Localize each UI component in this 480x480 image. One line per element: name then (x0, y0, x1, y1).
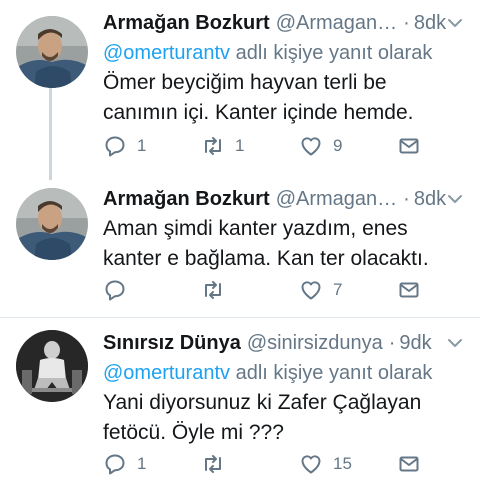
tweet[interactable]: Armağan Bozkurt @Armagan… · 8dk @omertur… (0, 0, 480, 180)
reply-icon (105, 280, 125, 301)
timestamp[interactable]: 8dk (414, 12, 446, 35)
separator-dot: · (403, 187, 410, 210)
avatar[interactable] (16, 330, 88, 402)
retweet-icon (205, 455, 221, 473)
reply-context: @omerturantv adlı kişiye yanıt olarak (103, 358, 466, 388)
avatar[interactable] (16, 188, 88, 260)
timestamp[interactable]: 9dk (399, 332, 431, 355)
tweet[interactable]: Sınırsız Dünya @sinirsizdunya · 9dk @ome… (0, 318, 480, 480)
envelope-icon (399, 138, 419, 154)
tweet[interactable]: Armağan Bozkurt @Armagan… · 8dk Aman şim… (0, 180, 480, 315)
retweet-button[interactable] (201, 449, 235, 479)
heart-icon (301, 455, 321, 474)
tweet-actions: 7 (103, 275, 423, 305)
like-count: 7 (333, 280, 343, 299)
author-handle[interactable]: @sinirsizdunya (247, 332, 383, 355)
author-handle[interactable]: @Armagan… (276, 12, 397, 35)
separator-dot: · (388, 331, 396, 354)
heart-icon (301, 281, 321, 300)
retweet-count: 1 (235, 136, 245, 155)
like-button[interactable]: 15 (299, 449, 352, 479)
reply-count: 1 (137, 136, 147, 155)
like-button[interactable]: 9 (299, 131, 342, 161)
retweet-button[interactable] (201, 275, 235, 305)
author-name[interactable]: Armağan Bozkurt (103, 188, 270, 211)
retweet-button[interactable]: 1 (201, 131, 244, 161)
dm-share-button[interactable] (397, 131, 421, 161)
tweet-actions: 1 1 9 (103, 131, 423, 161)
tweet-text: Aman şimdi kanter yazdım, enes kanter e … (103, 217, 429, 270)
author-name[interactable]: Sınırsız Dünya (103, 332, 241, 355)
tweet-header: Armağan Bozkurt @Armagan… · 8dk (103, 8, 466, 38)
reply-icon (105, 136, 125, 157)
like-count: 15 (333, 454, 352, 473)
reply-button[interactable] (103, 275, 137, 305)
dm-share-button[interactable] (397, 275, 421, 305)
chevron-down-icon[interactable] (444, 332, 466, 354)
tweet-text: Ömer beyciğim hayvan terli be canımın iç… (103, 71, 414, 124)
tweet-header: Armağan Bozkurt @Armagan… · 8dk (103, 184, 466, 214)
reply-context-label: adlı kişiye yanıt olarak (230, 362, 433, 384)
mention-link[interactable]: @omerturantv (103, 42, 230, 64)
tweet-text: Yani diyorsunuz ki Zafer Çağlayan fetöcü… (103, 391, 422, 444)
reply-context-label: adlı kişiye yanıt olarak (230, 42, 433, 64)
avatar[interactable] (16, 16, 88, 88)
reply-button[interactable]: 1 (103, 131, 146, 161)
timestamp[interactable]: 8dk (414, 188, 446, 211)
like-button[interactable]: 7 (299, 275, 342, 305)
reply-context: @omerturantv adlı kişiye yanıt olarak (103, 38, 466, 68)
tweet-actions: 1 15 (103, 449, 423, 479)
dm-share-button[interactable] (397, 449, 421, 479)
chevron-down-icon[interactable] (444, 188, 466, 210)
author-name[interactable]: Armağan Bozkurt (103, 12, 270, 35)
heart-icon (301, 137, 321, 156)
retweet-icon (205, 137, 221, 155)
tweet-header: Sınırsız Dünya @sinirsizdunya · 9dk (103, 328, 466, 358)
reply-icon (105, 454, 125, 475)
reply-count: 1 (137, 454, 147, 473)
envelope-icon (399, 282, 419, 298)
retweet-icon (205, 281, 221, 299)
envelope-icon (399, 456, 419, 472)
chevron-down-icon[interactable] (444, 12, 466, 34)
author-handle[interactable]: @Armagan… (276, 188, 397, 211)
like-count: 9 (333, 136, 343, 155)
separator-dot: · (403, 11, 410, 34)
reply-button[interactable]: 1 (103, 449, 146, 479)
mention-link[interactable]: @omerturantv (103, 362, 230, 384)
